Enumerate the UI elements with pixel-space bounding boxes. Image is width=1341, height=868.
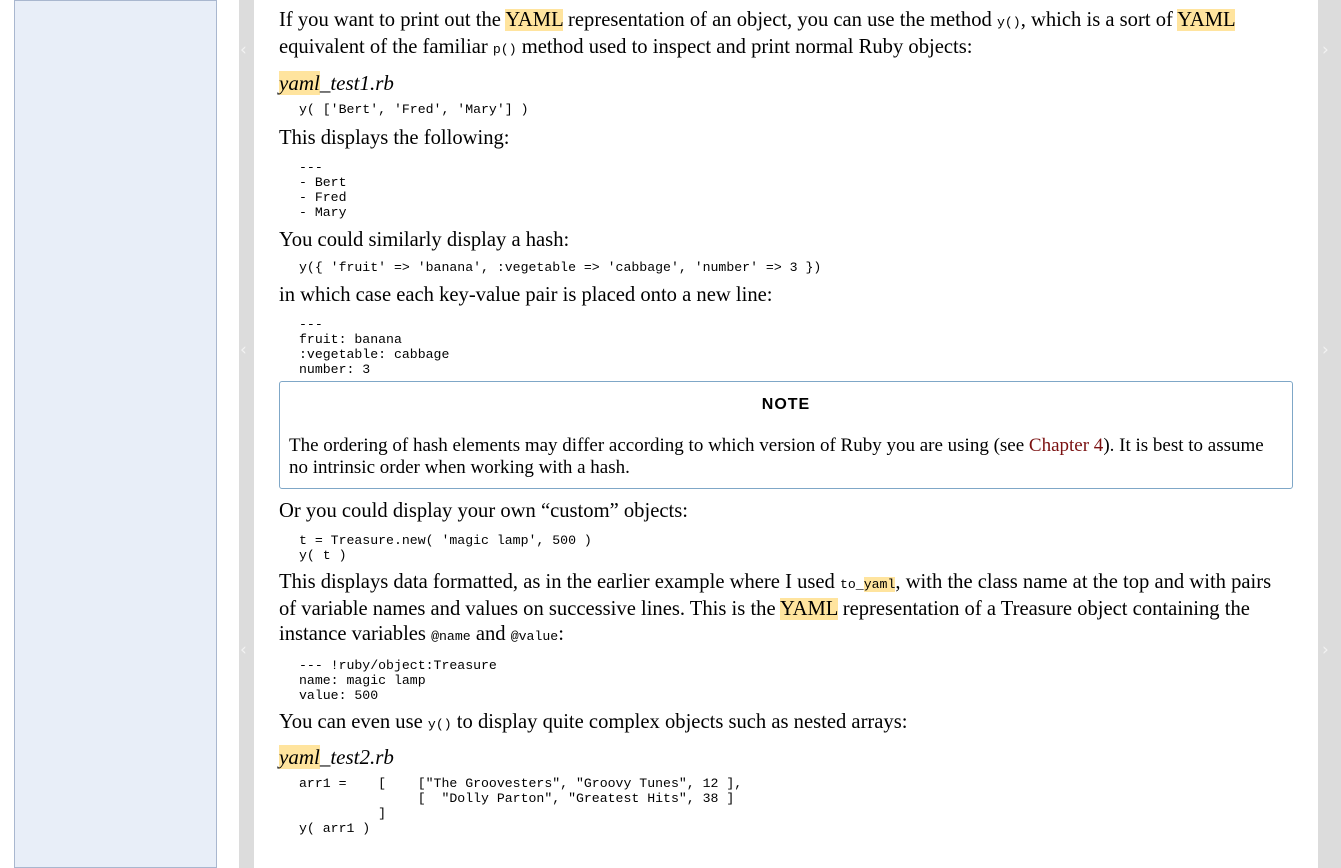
note-box: NOTE The ordering of hash elements may d… xyxy=(279,381,1293,489)
inline-code: @name xyxy=(431,629,471,644)
code-block: t = Treasure.new( 'magic lamp', 500 ) y(… xyxy=(299,533,592,563)
output-block: --- !ruby/object:Treasure name: magic la… xyxy=(299,658,497,703)
yaml-highlight: YAML xyxy=(1177,9,1235,31)
left-page-gutter: ‹ ‹ ‹ xyxy=(239,0,254,868)
paragraph: You can even use y() to display quite co… xyxy=(279,711,908,733)
file-name-heading: yaml_test2.rb xyxy=(279,745,394,769)
next-page-arrow-icon[interactable]: › xyxy=(1322,42,1329,59)
code-block: y({ 'fruit' => 'banana', :vegetable => '… xyxy=(299,260,822,275)
next-page-arrow-icon[interactable]: › xyxy=(1322,642,1329,659)
note-title: NOTE xyxy=(761,396,811,413)
code-block: arr1 = [ ["The Groovesters", "Groovy Tun… xyxy=(299,776,743,836)
inline-code: y() xyxy=(427,717,452,732)
paragraph: in which case each key-value pair is pla… xyxy=(279,284,773,306)
intro-paragraph: If you want to print out the YAML repres… xyxy=(279,9,1235,58)
paragraph: This displays the following: xyxy=(279,127,510,149)
file-name-heading: yaml_test1.rb xyxy=(279,71,394,95)
next-page-arrow-icon[interactable]: › xyxy=(1322,342,1329,359)
prev-page-arrow-icon[interactable]: ‹ xyxy=(240,642,247,659)
inline-code: p() xyxy=(492,42,517,57)
prev-page-arrow-icon[interactable]: ‹ xyxy=(240,342,247,359)
paragraph: This displays data formatted, as in the … xyxy=(279,571,1272,645)
yaml-highlight: YAML xyxy=(780,598,838,620)
inline-code: y() xyxy=(996,15,1021,30)
inline-code: @value xyxy=(510,629,559,644)
paragraph: You could similarly display a hash: xyxy=(279,229,570,251)
prev-page-arrow-icon[interactable]: ‹ xyxy=(240,42,247,59)
output-block: --- fruit: banana :vegetable: cabbage nu… xyxy=(299,317,450,377)
right-page-gutter: › › › xyxy=(1318,0,1341,868)
inline-code: to_yaml xyxy=(839,577,896,592)
chapter-link[interactable]: Chapter 4 xyxy=(1029,435,1103,456)
code-block: y( ['Bert', 'Fred', 'Mary'] ) xyxy=(299,102,529,117)
note-text: The ordering of hash elements may differ… xyxy=(289,435,1264,478)
paragraph: Or you could display your own “custom” o… xyxy=(279,500,688,522)
book-content: If you want to print out the YAML repres… xyxy=(279,8,1293,836)
yaml-highlight: YAML xyxy=(505,9,563,31)
output-block: --- - Bert - Fred - Mary xyxy=(299,160,347,220)
sidebar-panel xyxy=(14,0,217,868)
